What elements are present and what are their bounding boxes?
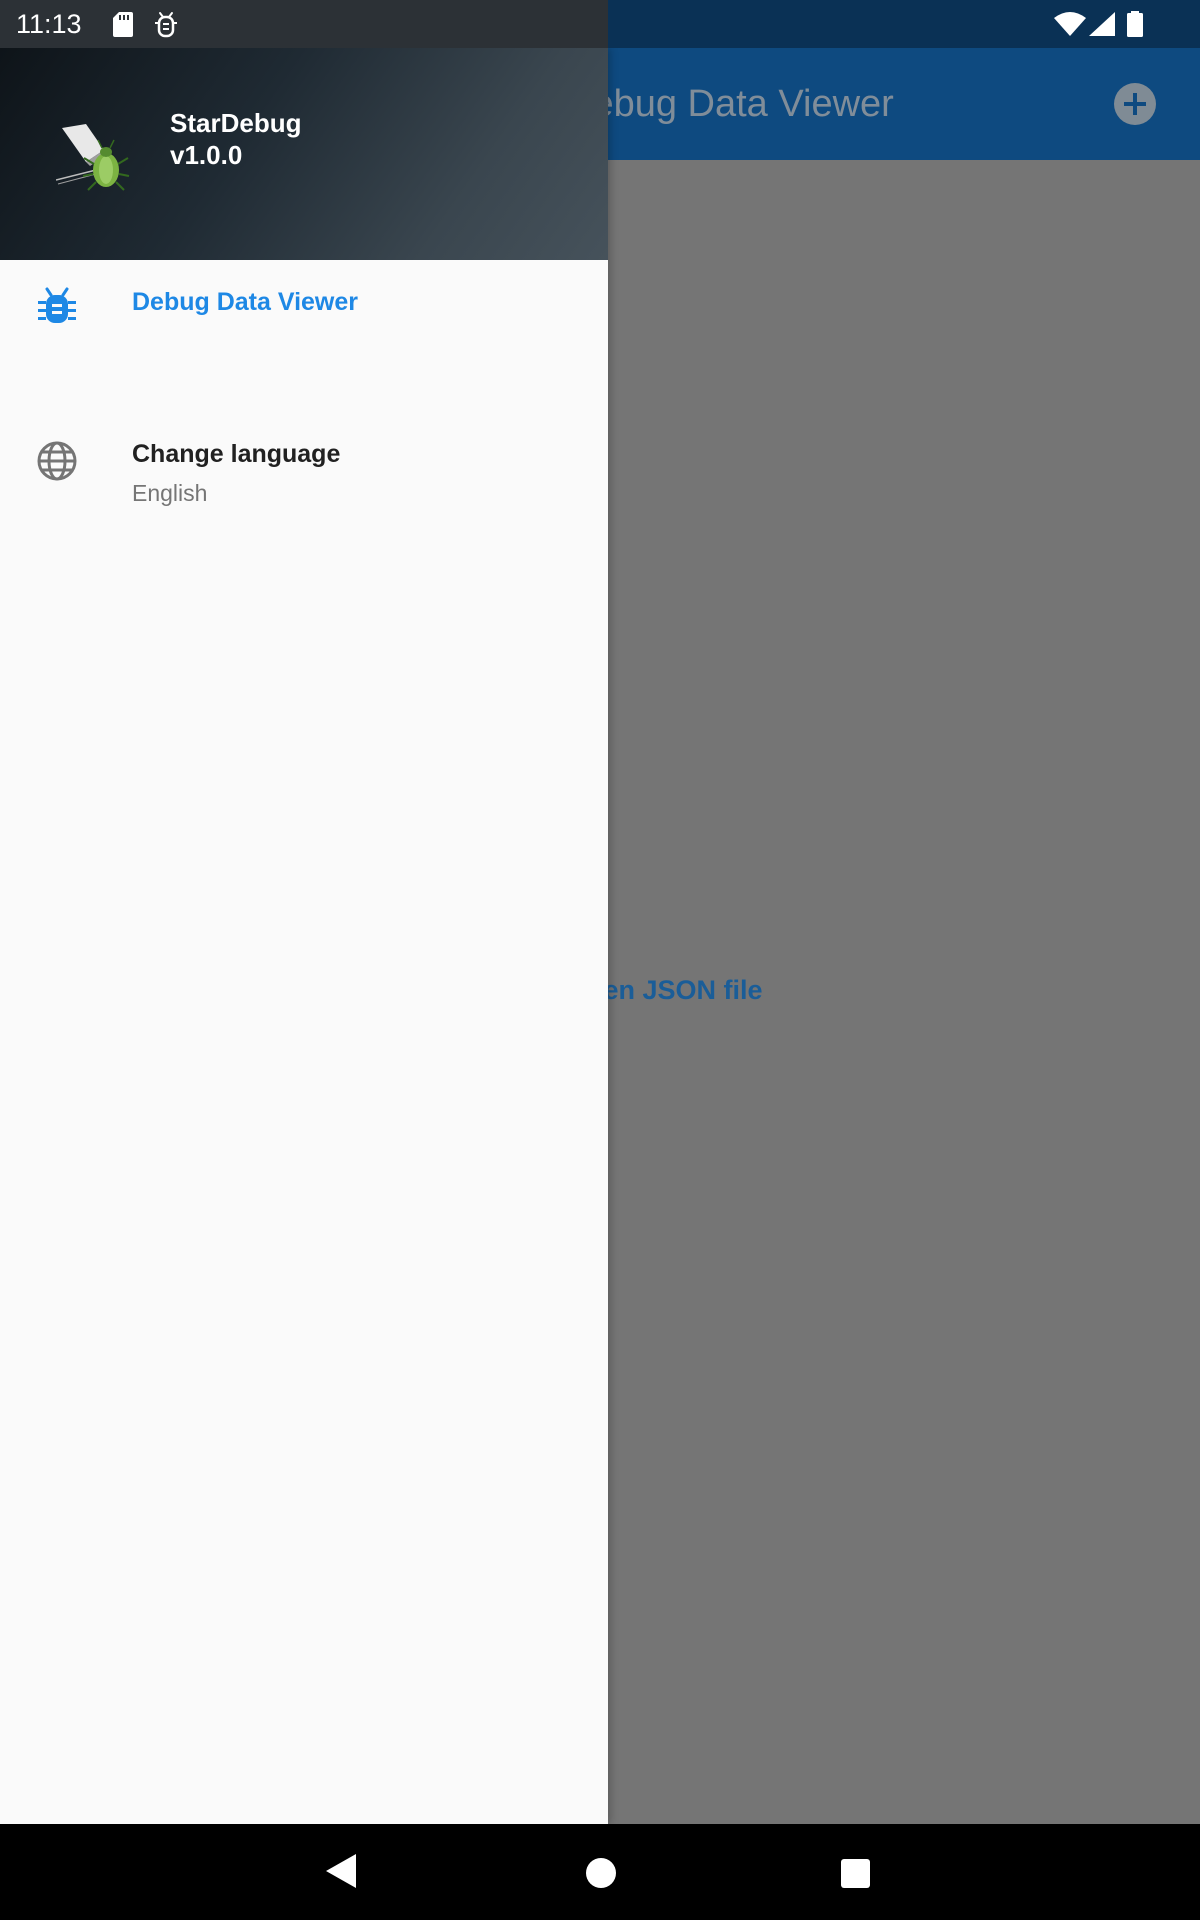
drawer-item-label: Change language [132,440,341,468]
bug-icon [36,287,78,332]
status-time: 11:13 [16,9,82,39]
add-circle-icon[interactable] [1114,83,1156,125]
drawer-header: StarDebug v1.0.0 [0,48,608,260]
wifi-icon [1054,12,1086,41]
status-bar: 11:13 [0,0,1200,48]
stardebug-logo-icon [55,124,136,199]
system-navigation-bar [0,1824,1200,1920]
recents-icon[interactable] [841,1859,870,1888]
navigation-drawer: StarDebug v1.0.0 Debug Data Viewer Chang… [0,48,608,1824]
status-bar-drawer-region [0,0,608,48]
home-icon[interactable] [586,1858,616,1888]
drawer-app-version: v1.0.0 [170,140,243,170]
sd-card-icon [113,12,133,42]
drawer-item-label: Debug Data Viewer [132,288,359,316]
back-icon[interactable] [326,1854,356,1893]
signal-icon [1089,12,1115,41]
drawer-item-subtitle: English [132,480,208,506]
debug-icon [155,11,177,43]
drawer-item-debug-data-viewer[interactable]: Debug Data Viewer [0,260,608,350]
battery-icon [1127,11,1143,42]
app-title: Debug Data Viewer [565,83,894,125]
drawer-item-change-language[interactable]: Change language English [0,374,608,514]
globe-icon [36,440,78,487]
drawer-app-name: StarDebug [170,108,302,138]
